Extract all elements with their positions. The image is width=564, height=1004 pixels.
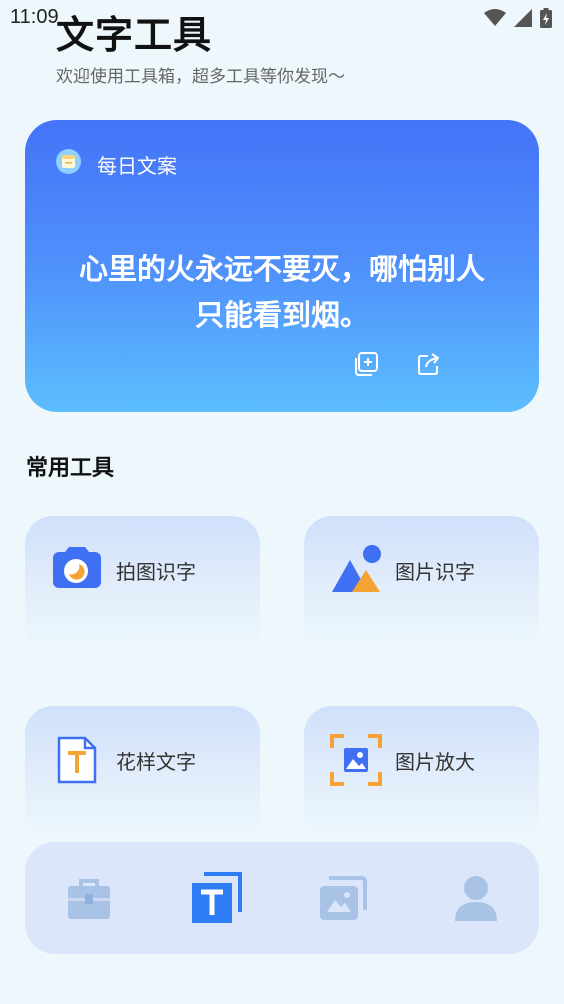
tool-image-ocr[interactable]: 图片识字 [304, 516, 539, 656]
tool-label: 图片放大 [395, 750, 475, 774]
tool-photo-ocr[interactable]: 拍图识字 [25, 516, 260, 656]
toolbox-icon [68, 879, 110, 919]
quote-card-title: 每日文案 [97, 154, 177, 178]
wifi-icon [484, 9, 506, 26]
nav-text[interactable] [188, 872, 242, 926]
nav-gallery[interactable] [315, 872, 369, 926]
section-title: 常用工具 [26, 456, 115, 481]
battery-icon [540, 8, 552, 28]
copy-icon[interactable] [353, 351, 379, 377]
share-icon[interactable] [417, 352, 441, 376]
nav-profile[interactable] [449, 872, 503, 926]
quote-text: 心里的火永远不要灭，哪怕别人 只能看到烟。 [53, 246, 511, 338]
page-subtitle: 欢迎使用工具箱，超多工具等你发现～ [56, 67, 345, 87]
note-icon [56, 149, 81, 174]
page-title: 文字工具 [56, 13, 213, 57]
cell-signal-icon [514, 9, 532, 27]
image-mountain-icon [332, 545, 381, 592]
tool-image-enlarge[interactable]: 图片放大 [304, 706, 539, 846]
tool-label: 图片识字 [395, 560, 475, 584]
quote-line-2: 只能看到烟。 [194, 298, 369, 332]
quote-line-1: 心里的火永远不要灭，哪怕别人 [78, 252, 485, 286]
status-icons [484, 8, 552, 28]
person-icon [455, 876, 497, 921]
text-file-icon [57, 736, 97, 784]
bottom-nav [25, 842, 539, 954]
tool-fancy-text[interactable]: 花样文字 [25, 706, 260, 846]
nav-toolbox[interactable] [62, 872, 116, 926]
daily-quote-card[interactable]: 每日文案 心里的火永远不要灭，哪怕别人 只能看到烟。 [25, 120, 539, 412]
text-icon [192, 872, 242, 923]
status-time: 11:09 [10, 6, 59, 28]
tool-label: 花样文字 [116, 750, 196, 774]
gallery-icon [320, 876, 367, 920]
tool-label: 拍图识字 [116, 560, 196, 584]
image-enlarge-icon [330, 734, 382, 786]
camera-icon [53, 547, 101, 588]
